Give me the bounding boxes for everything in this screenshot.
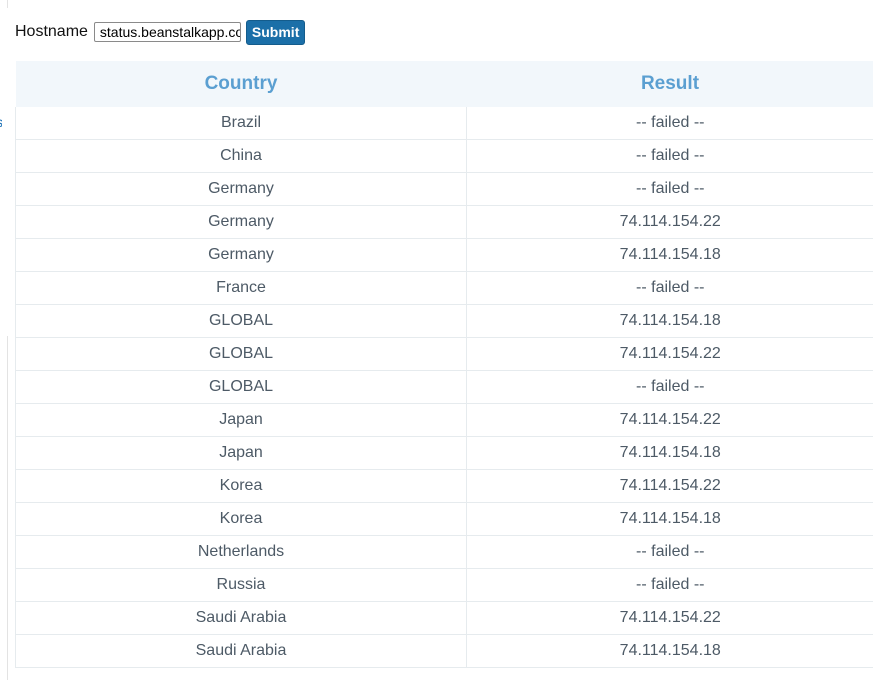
- country-cell: Korea: [15, 502, 467, 536]
- results-body: Brazil -- failed -- China -- failed -- Germa…: [15, 107, 873, 668]
- country-cell: Germany: [15, 238, 467, 272]
- table-row: China -- failed --: [15, 139, 873, 173]
- result-cell: -- failed --: [466, 568, 873, 602]
- result-cell: -- failed --: [466, 271, 873, 305]
- left-panel-link-fragment[interactable]: s: [0, 116, 2, 128]
- result-cell: 74.114.154.18: [466, 634, 873, 668]
- country-cell: China: [15, 139, 467, 173]
- table-row: Germany -- failed --: [15, 172, 873, 206]
- table-row: Netherlands -- failed --: [15, 535, 873, 569]
- country-cell: Netherlands: [15, 535, 467, 569]
- table-row: Japan 74.114.154.18: [15, 436, 873, 470]
- column-header-country[interactable]: Country: [15, 61, 467, 107]
- country-cell: Saudi Arabia: [15, 634, 467, 668]
- result-cell: 74.114.154.18: [466, 304, 873, 338]
- result-cell: -- failed --: [466, 370, 873, 404]
- table-row: Japan 74.114.154.22: [15, 403, 873, 437]
- result-cell: 74.114.154.18: [466, 502, 873, 536]
- result-cell: -- failed --: [466, 139, 873, 173]
- column-header-result[interactable]: Result: [466, 61, 873, 107]
- submit-button[interactable]: Submit: [245, 19, 306, 45]
- country-cell: France: [15, 271, 467, 305]
- table-row: Germany 74.114.154.18: [15, 238, 873, 272]
- table-row: Korea 74.114.154.22: [15, 469, 873, 503]
- result-cell: 74.114.154.22: [466, 337, 873, 371]
- country-cell: GLOBAL: [15, 370, 467, 404]
- hostname-input[interactable]: status.beanstalkapp.com: [93, 22, 241, 42]
- table-row: Brazil -- failed --: [15, 107, 873, 140]
- table-row: Saudi Arabia 74.114.154.18: [15, 634, 873, 668]
- country-cell: GLOBAL: [15, 337, 467, 371]
- result-cell: -- failed --: [466, 107, 873, 140]
- table-row: Saudi Arabia 74.114.154.22: [15, 601, 873, 635]
- country-cell: Korea: [15, 469, 467, 503]
- table-row: France -- failed --: [15, 271, 873, 305]
- table-row: Korea 74.114.154.18: [15, 502, 873, 536]
- table-row: GLOBAL -- failed --: [15, 370, 873, 404]
- country-cell: Japan: [15, 403, 467, 437]
- table-header-row: Country Result: [15, 61, 873, 107]
- result-cell: 74.114.154.18: [466, 238, 873, 272]
- table-row: GLOBAL 74.114.154.18: [15, 304, 873, 338]
- result-cell: -- failed --: [466, 172, 873, 206]
- table-row: Germany 74.114.154.22: [15, 205, 873, 239]
- left-panel-divider: [7, 336, 8, 680]
- country-cell: GLOBAL: [15, 304, 467, 338]
- country-cell: Brazil: [15, 107, 467, 140]
- table-row: GLOBAL 74.114.154.22: [15, 337, 873, 371]
- country-cell: Japan: [15, 436, 467, 470]
- country-cell: Saudi Arabia: [15, 601, 467, 635]
- left-panel-divider: [7, 0, 8, 8]
- country-cell: Russia: [15, 568, 467, 602]
- result-cell: 74.114.154.22: [466, 601, 873, 635]
- result-cell: -- failed --: [466, 535, 873, 569]
- result-cell: 74.114.154.18: [466, 436, 873, 470]
- table-row: Russia -- failed --: [15, 568, 873, 602]
- result-cell: 74.114.154.22: [466, 469, 873, 503]
- result-cell: 74.114.154.22: [466, 403, 873, 437]
- country-cell: Germany: [15, 205, 467, 239]
- result-cell: 74.114.154.22: [466, 205, 873, 239]
- page: s Hostname status.beanstalkapp.com Submi…: [0, 0, 873, 680]
- country-cell: Germany: [15, 172, 467, 206]
- hostname-label: Hostname: [15, 23, 88, 40]
- results-table: Country Result Brazil -- failed -- China --…: [15, 61, 873, 668]
- hostname-form: Hostname status.beanstalkapp.com Submit: [15, 19, 306, 45]
